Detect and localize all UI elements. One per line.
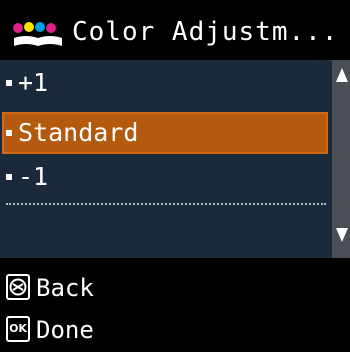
scroll-down-arrow-icon[interactable] — [336, 228, 348, 242]
page-title: Color Adjustm... — [72, 17, 339, 47]
list-item-label: -1 — [18, 162, 49, 191]
footer-bar: Back OK Done — [0, 258, 350, 350]
list-item-minus-1[interactable]: -1 — [0, 156, 332, 198]
list-item-label: Standard — [18, 118, 139, 147]
stop-back-icon — [6, 274, 30, 300]
list-item-plus-1[interactable]: +1 — [0, 62, 332, 104]
bullet-icon — [6, 80, 12, 86]
back-button[interactable]: Back — [0, 266, 350, 310]
done-button[interactable]: OK Done — [0, 308, 350, 352]
ok-key-icon: OK — [6, 316, 30, 342]
color-ink-drops-icon — [13, 22, 62, 46]
option-list: +1 Standard -1 — [0, 60, 332, 258]
back-label: Back — [36, 274, 94, 302]
list-divider — [6, 203, 326, 205]
list-item-standard[interactable]: Standard — [2, 112, 328, 154]
header-bar: Color Adjustm... — [0, 0, 350, 60]
list-item-label: +1 — [18, 68, 49, 97]
bullet-icon — [6, 174, 12, 180]
done-label: Done — [36, 316, 94, 344]
scroll-up-arrow-icon[interactable] — [336, 68, 348, 82]
printer-lcd-screen: Color Adjustm... +1 Standard -1 Back OK … — [0, 0, 350, 350]
bullet-icon — [6, 130, 12, 136]
scrollbar[interactable] — [332, 60, 350, 258]
